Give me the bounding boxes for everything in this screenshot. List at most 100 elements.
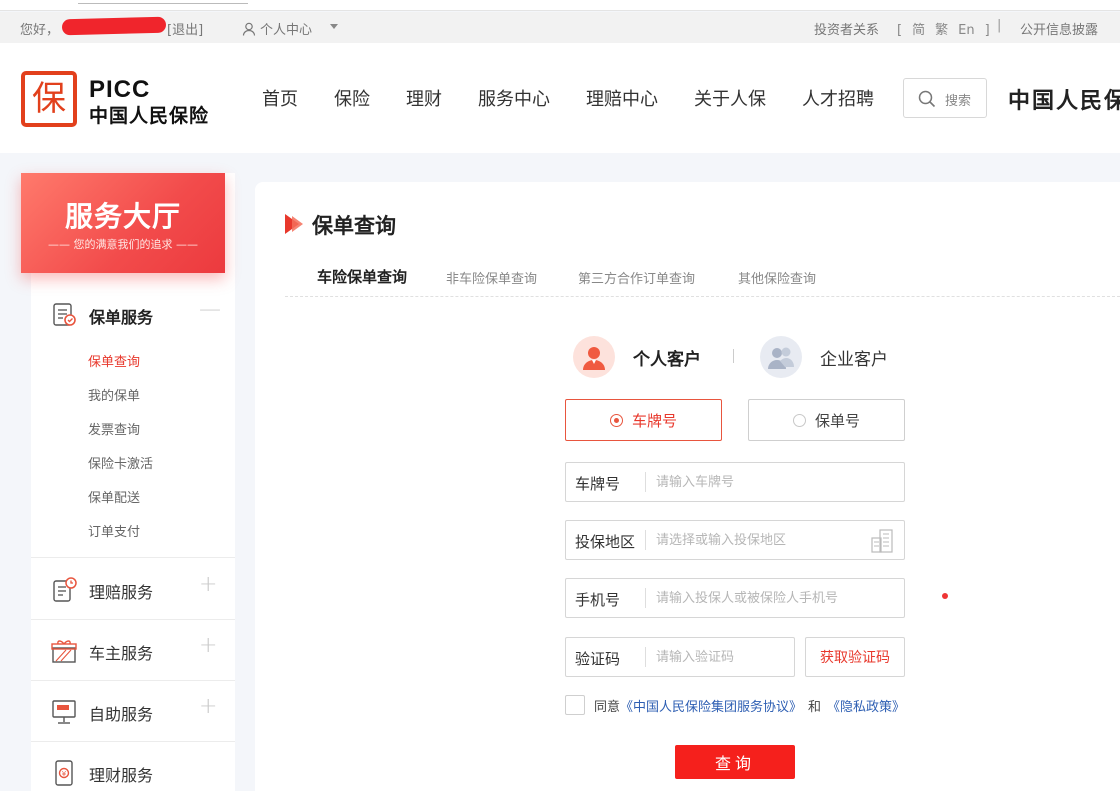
sidebar-section-claims[interactable]: 理赔服务 +	[31, 560, 235, 620]
option-plate-number[interactable]: 车牌号	[565, 399, 722, 441]
sidebar-section-wealth[interactable]: ¥ 理财服务	[31, 743, 235, 791]
sidebar-section-label: 自助服务	[89, 705, 154, 724]
option-label: 车牌号	[631, 411, 677, 430]
claims-clipboard-icon	[53, 577, 77, 602]
tab-other-insurance-query[interactable]: 其他保险查询	[738, 268, 816, 287]
user-icon	[242, 22, 256, 36]
agree-checkbox[interactable]	[565, 695, 585, 715]
lang-english-link[interactable]: En	[958, 23, 974, 38]
expand-icon[interactable]: +	[199, 633, 217, 658]
collapse-icon[interactable]: —	[199, 297, 221, 322]
search-box[interactable]: 搜索	[903, 78, 987, 118]
site-header: 保 PICC 中国人民保险 首页 保险 理财 服务中心 理赔中心 关于人保 人才…	[0, 43, 1120, 153]
sidebar-section-label: 理财服务	[89, 766, 154, 785]
sidebar-item-policy-query[interactable]: 保单查询	[88, 351, 140, 370]
verification-code-input[interactable]	[656, 646, 786, 668]
logo-text-cn: 中国人民保险	[89, 105, 210, 127]
nav-service-center[interactable]: 服务中心	[478, 85, 550, 111]
field-divider	[645, 472, 646, 492]
field-label: 验证码	[575, 650, 621, 668]
nav-claims-center[interactable]: 理赔中心	[586, 85, 658, 111]
self-service-terminal-icon	[52, 700, 76, 724]
wealth-phone-icon: ¥	[55, 760, 73, 786]
phone-field: 手机号	[565, 578, 905, 618]
search-placeholder: 搜索	[945, 94, 972, 109]
plate-number-input[interactable]	[656, 471, 856, 493]
utility-bar: 您好， [退出] 个人中心 投资者关系 [简繁 En] | 公开信息披露	[0, 12, 1120, 43]
investor-relations-link[interactable]: 投资者关系	[814, 19, 879, 38]
customer-type-label: 个人客户	[633, 349, 701, 370]
logout-link[interactable]: [退出]	[167, 19, 203, 38]
gift-box-icon	[51, 640, 77, 663]
sidebar-section-policy[interactable]: 保单服务 —	[31, 285, 235, 345]
tab-non-car-policy-query[interactable]: 非车险保单查询	[446, 268, 537, 287]
sidebar-item-policy-delivery[interactable]: 保单配送	[88, 487, 140, 506]
brand-title-right: 中国人民保险	[1008, 89, 1120, 114]
sidebar-section-label: 理赔服务	[89, 583, 154, 602]
nav-wealth[interactable]: 理财	[406, 85, 442, 111]
radio-selected-icon	[609, 413, 623, 427]
nav-insurance[interactable]: 保险	[334, 85, 370, 111]
customer-type-personal[interactable]: 个人客户	[573, 336, 701, 378]
tabs-divider	[285, 296, 1120, 297]
picc-logo-mark[interactable]: 保	[21, 71, 77, 127]
svg-text:¥: ¥	[62, 770, 67, 778]
browser-top-edge	[0, 0, 1120, 11]
customer-type-enterprise[interactable]: 企业客户	[760, 336, 888, 378]
sidebar-item-invoice-query[interactable]: 发票查询	[88, 419, 140, 438]
option-policy-number[interactable]: 保单号	[748, 399, 905, 441]
nav-careers[interactable]: 人才招聘	[802, 85, 874, 111]
sidebar-divider	[31, 680, 235, 681]
greeting-text: 您好，	[20, 23, 60, 38]
sidebar-item-card-activation[interactable]: 保险卡激活	[88, 453, 153, 472]
sidebar-section-car-owner[interactable]: 车主服务 +	[31, 621, 235, 681]
field-label: 车牌号	[575, 475, 621, 493]
phone-input[interactable]	[656, 587, 856, 609]
service-agreement-link[interactable]: 《中国人民保险集团服务协议》	[620, 696, 802, 715]
user-center-menu[interactable]: 个人中心	[242, 19, 312, 38]
sidebar-divider	[31, 619, 235, 620]
nav-about[interactable]: 关于人保	[694, 85, 766, 111]
sidebar-item-my-policy[interactable]: 我的保单	[88, 385, 140, 404]
expand-icon[interactable]: +	[199, 572, 217, 597]
topbar-divider: |	[997, 18, 1002, 33]
search-icon	[918, 90, 936, 108]
lang-simplified-link[interactable]: 简	[912, 23, 925, 38]
field-divider	[645, 588, 646, 608]
privacy-policy-link[interactable]: 《隐私政策》	[827, 696, 905, 715]
option-label: 保单号	[814, 411, 860, 430]
sidebar-divider	[31, 557, 235, 558]
tab-third-party-order-query[interactable]: 第三方合作订单查询	[578, 268, 695, 287]
sidebar-item-order-payment[interactable]: 订单支付	[88, 521, 140, 540]
plate-number-field: 车牌号	[565, 462, 905, 502]
logo-glyph: 保	[32, 79, 66, 119]
chevron-down-icon[interactable]	[330, 24, 338, 29]
agreement-row: 同意 《中国人民保险集团服务协议》 和 《隐私政策》	[565, 695, 905, 715]
enterprise-customer-icon	[760, 336, 802, 378]
lang-bracket-open: [	[897, 23, 903, 38]
service-hall-title: 服务大厅	[64, 200, 181, 233]
agree-and: 和	[808, 699, 822, 715]
agree-prefix: 同意	[594, 699, 621, 715]
service-hall-banner: 服务大厅 —— 您的满意我们的追求 ——	[21, 173, 225, 273]
expand-icon[interactable]: +	[199, 694, 217, 719]
sidebar-section-self-service[interactable]: 自助服务 +	[31, 682, 235, 742]
personal-customer-icon	[573, 336, 615, 378]
radio-unselected-icon	[792, 413, 806, 427]
insured-region-field: 投保地区	[565, 520, 905, 560]
disclosure-link[interactable]: 公开信息披露	[1020, 19, 1098, 38]
field-divider	[645, 530, 646, 550]
insured-region-input[interactable]	[656, 529, 856, 551]
customer-type-divider	[733, 349, 734, 363]
field-label: 投保地区	[575, 533, 636, 551]
page-title: 保单查询	[312, 214, 396, 238]
nav-home[interactable]: 首页	[262, 85, 298, 111]
field-divider	[645, 647, 646, 667]
tab-car-policy-query[interactable]: 车险保单查询	[314, 266, 410, 287]
building-icon[interactable]	[870, 528, 896, 554]
sidebar-divider	[31, 741, 235, 742]
customer-type-label: 企业客户	[820, 349, 888, 370]
get-code-button[interactable]: 获取验证码	[805, 637, 905, 677]
lang-traditional-link[interactable]: 繁	[935, 23, 948, 38]
query-button[interactable]: 查询	[675, 745, 795, 779]
